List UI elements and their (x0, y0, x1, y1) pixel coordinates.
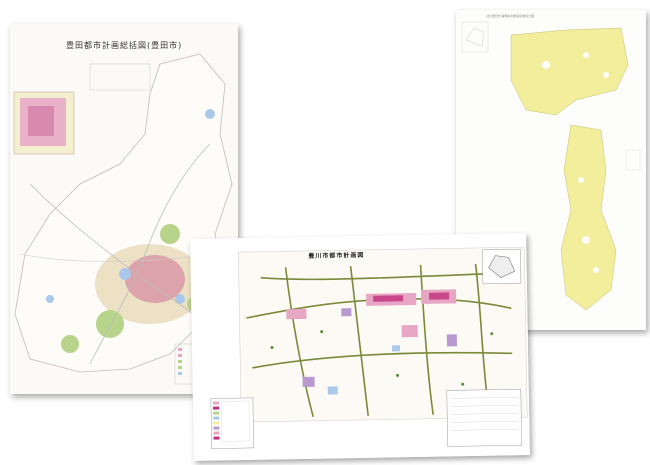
center-sheet-title: 豊川市都市計画図 (308, 251, 365, 260)
left-sheet-title: 豊田都市計画総括図(豊田市) (66, 40, 182, 51)
right-sheet-title: (旧)豊田市 開発許可制度区域区分図 (486, 14, 535, 18)
center-map-graphic (190, 233, 530, 461)
left-title-text: 豊田都市計画総括図 (66, 41, 147, 50)
map-sheet-center[interactable]: 豊川市都市計画図 (190, 233, 530, 461)
left-subtitle-text: (豊田市) (147, 41, 183, 50)
